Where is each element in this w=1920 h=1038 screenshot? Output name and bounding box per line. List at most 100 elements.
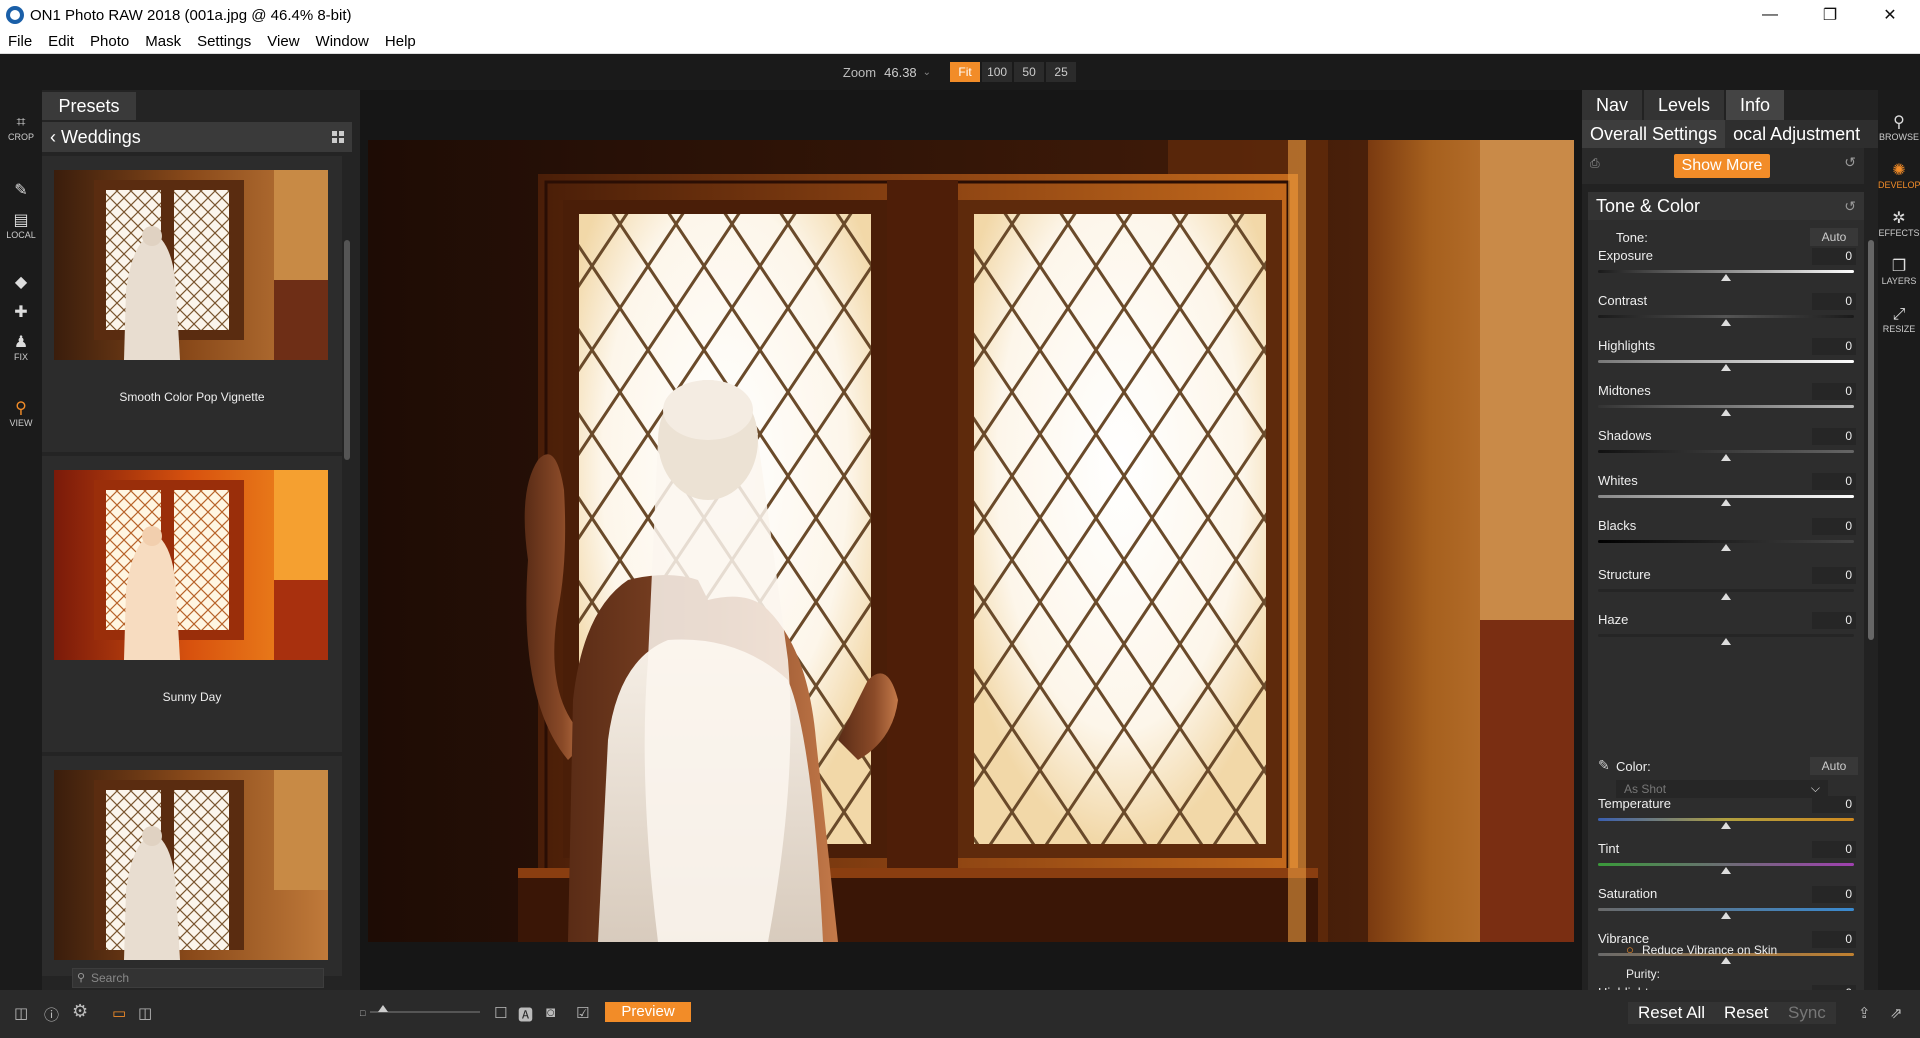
preset-card[interactable]: Sunny Day — [42, 456, 342, 752]
zoom-fit-button[interactable]: Fit — [950, 62, 981, 82]
slider-thumb[interactable] — [1721, 454, 1731, 461]
tone-auto-button[interactable]: Auto — [1810, 228, 1858, 246]
mask-circle-icon[interactable]: ◙ — [546, 1004, 555, 1021]
preview-button[interactable]: Preview — [605, 1002, 691, 1022]
slider-thumb[interactable] — [1721, 409, 1731, 416]
slider-value-input[interactable]: 0 — [1812, 338, 1856, 355]
slider-track[interactable] — [1598, 360, 1854, 363]
slider-thumb[interactable] — [1721, 867, 1731, 874]
slider-track[interactable] — [1598, 634, 1854, 637]
presets-scrollbar[interactable] — [344, 240, 350, 460]
adjustment-slider[interactable]: Haze 0 — [1588, 612, 1864, 656]
slider-value-input[interactable]: 0 — [1812, 796, 1856, 813]
zoom-value[interactable]: 46.38 — [884, 65, 917, 80]
slider-track[interactable] — [1598, 818, 1854, 821]
reduce-vibrance-label[interactable]: Reduce Vibrance on Skin — [1642, 943, 1777, 957]
module-layers[interactable]: ❐ LAYERS — [1878, 258, 1920, 286]
module-resize[interactable]: ⤢ RESIZE — [1878, 306, 1920, 334]
slider-value-input[interactable]: 0 — [1812, 841, 1856, 858]
adjustment-slider[interactable]: Shadows 0 — [1588, 428, 1864, 472]
menu-window[interactable]: Window — [308, 33, 377, 50]
show-more-button[interactable]: Show More — [1674, 154, 1770, 178]
back-icon[interactable]: ‹ — [50, 127, 56, 147]
slider-thumb[interactable] — [1721, 593, 1731, 600]
zoom-50-button[interactable]: 50 — [1014, 62, 1045, 82]
tab-local-adjustment[interactable]: ocal Adjustment — [1725, 120, 1868, 148]
slider-value-input[interactable]: 0 — [1812, 886, 1856, 903]
menu-settings[interactable]: Settings — [189, 33, 259, 50]
adjustment-slider[interactable]: Tint 0 — [1588, 841, 1864, 885]
slider-value-input[interactable]: 0 — [1812, 612, 1856, 629]
slider-thumb[interactable] — [1721, 912, 1731, 919]
eyedropper-icon[interactable]: ✎ — [1598, 757, 1610, 774]
zoom-100-button[interactable]: 100 — [982, 62, 1013, 82]
slider-thumb[interactable] — [1721, 822, 1731, 829]
mask-a-icon[interactable]: 🅰 — [518, 1004, 533, 1025]
tool-eraser[interactable]: ◆ — [0, 274, 42, 292]
checkbox-icon[interactable]: ○ — [1626, 942, 1634, 957]
slider-track[interactable] — [1598, 315, 1854, 318]
menu-mask[interactable]: Mask — [137, 33, 189, 50]
help-icon[interactable]: ⓘ — [44, 1004, 59, 1025]
slider-thumb[interactable] — [378, 1005, 388, 1012]
adjustment-slider[interactable]: Midtones 0 — [1588, 383, 1864, 427]
slider-track[interactable] — [1598, 589, 1854, 592]
menu-edit[interactable]: Edit — [40, 33, 82, 50]
menu-photo[interactable]: Photo — [82, 33, 137, 50]
zoom-dropdown-icon[interactable]: ⌄ — [923, 67, 931, 78]
tab-nav[interactable]: Nav — [1582, 90, 1643, 120]
slider-track[interactable] — [1598, 270, 1854, 273]
slider-value-input[interactable]: 0 — [1812, 383, 1856, 400]
reset-icon[interactable]: ↺ — [1844, 154, 1856, 171]
menu-help[interactable]: Help — [377, 33, 424, 50]
adjustment-slider[interactable]: Blacks 0 — [1588, 518, 1864, 562]
adjustment-slider[interactable]: Highlights 0 — [1588, 338, 1864, 382]
main-photo[interactable] — [368, 140, 1574, 942]
single-view-icon[interactable]: ▭ — [112, 1004, 126, 1022]
slider-thumb[interactable] — [1721, 957, 1731, 964]
slider-track[interactable] — [1598, 495, 1854, 498]
section-reset-icon[interactable]: ↺ — [1844, 192, 1856, 220]
sync-button[interactable]: Sync — [1778, 1002, 1836, 1024]
tab-overall-settings[interactable]: Overall Settings — [1582, 120, 1726, 148]
slider-value-input[interactable]: 0 — [1812, 518, 1856, 535]
panel-toggle-icon[interactable]: ◫ — [14, 1004, 28, 1022]
module-effects[interactable]: ✲ EFFECTS — [1878, 210, 1920, 238]
tab-levels[interactable]: Levels — [1644, 90, 1725, 120]
menu-view[interactable]: View — [259, 33, 307, 50]
slider-thumb[interactable] — [1721, 499, 1731, 506]
tool-local[interactable]: ▤ LOCAL — [0, 212, 42, 240]
tool-crop[interactable]: ⌗ CROP — [0, 114, 42, 142]
preset-search-input[interactable]: ⚲ Search — [72, 968, 324, 988]
tool-brush[interactable]: ✎ — [0, 182, 42, 200]
slider-thumb[interactable] — [1721, 638, 1731, 645]
tab-info[interactable]: Info — [1726, 90, 1785, 120]
close-icon[interactable]: ✕ — [1860, 0, 1920, 30]
preset-category-header[interactable]: ‹ Weddings — [42, 122, 352, 152]
adjustment-slider[interactable]: Temperature 0 — [1588, 796, 1864, 840]
tool-healing[interactable]: ✚ — [0, 304, 42, 322]
maximize-icon[interactable]: ❐ — [1800, 0, 1860, 30]
menu-file[interactable]: File — [0, 33, 40, 50]
color-auto-button[interactable]: Auto — [1810, 757, 1858, 775]
adjustment-slider[interactable]: Saturation 0 — [1588, 886, 1864, 930]
zoom-out-icon[interactable]: □ — [360, 1008, 365, 1018]
mask-square-icon[interactable]: ☐ — [494, 1004, 507, 1022]
preset-card[interactable] — [42, 756, 342, 976]
slider-track[interactable] — [1598, 863, 1854, 866]
slider-track[interactable] — [1598, 540, 1854, 543]
slider-value-input[interactable]: 0 — [1812, 567, 1856, 584]
slider-thumb[interactable] — [1721, 274, 1731, 281]
slider-thumb[interactable] — [1721, 544, 1731, 551]
slider-value-input[interactable]: 0 — [1812, 248, 1856, 265]
module-browse[interactable]: ⚲ BROWSE — [1878, 114, 1920, 142]
module-develop[interactable]: ✺ DEVELOP — [1878, 162, 1920, 190]
image-canvas[interactable] — [360, 90, 1582, 990]
adjustment-slider[interactable]: Exposure 0 — [1588, 248, 1864, 292]
gear-icon[interactable]: ⚙ — [72, 1001, 88, 1022]
mask-check-icon[interactable]: ☑ — [576, 1004, 589, 1022]
slider-track[interactable] — [1598, 450, 1854, 453]
slider-value-input[interactable]: 0 — [1812, 293, 1856, 310]
reset-button[interactable]: Reset — [1714, 1002, 1779, 1024]
presets-tab[interactable]: Presets — [42, 92, 136, 120]
